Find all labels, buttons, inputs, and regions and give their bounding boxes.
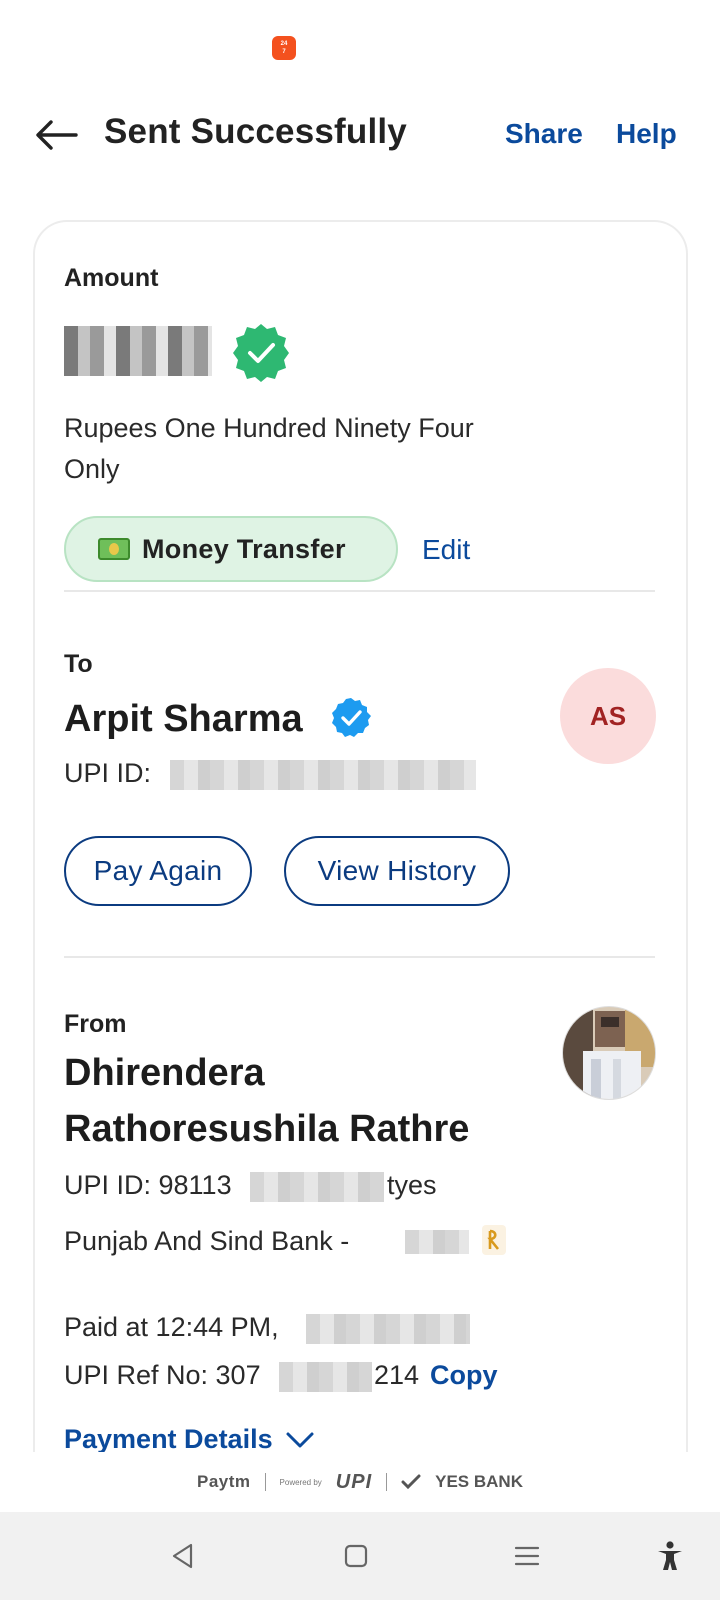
category-label: Money Transfer	[142, 533, 346, 564]
square-home-icon	[344, 1544, 368, 1568]
paid-at: Paid at 12:44 PM,	[64, 1312, 279, 1342]
payment-details-label: Payment Details	[64, 1424, 273, 1454]
accessibility-icon	[658, 1541, 682, 1570]
back-button[interactable]	[28, 110, 84, 160]
verified-badge-icon	[332, 698, 371, 737]
page-title: Sent Successfully	[104, 112, 407, 151]
bank-logo-icon	[482, 1225, 506, 1255]
powered-by-label: Powered by	[279, 1477, 322, 1487]
sender-upi-prefix: UPI ID: 98113	[64, 1170, 232, 1200]
pay-again-button[interactable]: Pay Again	[64, 836, 252, 906]
upi-ref-redacted	[279, 1362, 372, 1392]
sender-name-line1: Dhirendera	[64, 1052, 265, 1094]
nav-home-button[interactable]	[334, 1534, 378, 1578]
account-number-redacted	[405, 1230, 469, 1254]
upi-logo: UPI	[335, 1470, 373, 1493]
amount-value-redacted	[64, 326, 212, 376]
nav-back-button[interactable]	[161, 1534, 205, 1578]
category-chip[interactable]: Money Transfer	[64, 516, 398, 582]
amount-in-words: Rupees One Hundred Ninety Four Only	[64, 413, 474, 484]
upi-ref-prefix: UPI Ref No: 307	[64, 1360, 261, 1390]
recipient-name: Arpit Sharma	[64, 698, 303, 740]
footer-brand-strip: Paytm Powered by UPI YES BANK	[0, 1452, 720, 1512]
back-arrow-icon	[36, 120, 78, 150]
triangle-back-icon	[172, 1543, 193, 1569]
sender-name-line2: Rathoresushila Rathre	[64, 1108, 470, 1150]
view-history-button[interactable]: View History	[284, 836, 510, 906]
sender-upi-redacted	[250, 1172, 384, 1202]
success-check-icon	[233, 324, 289, 382]
yes-bank-logo: YES BANK	[435, 1472, 523, 1491]
sender-upi-suffix: tyes	[387, 1170, 437, 1200]
edit-category-button[interactable]: Edit	[422, 534, 470, 566]
divider	[64, 956, 655, 958]
status-bar: 24 7	[0, 0, 720, 90]
nav-accessibility-button[interactable]	[648, 1534, 692, 1578]
recipient-upi-label: UPI ID:	[64, 758, 152, 788]
brand-separator	[386, 1473, 388, 1491]
recipient-avatar: AS	[560, 668, 656, 764]
sender-bank: Punjab And Sind Bank -	[64, 1226, 350, 1256]
payment-details-toggle[interactable]: Payment Details	[64, 1424, 315, 1455]
amount-label: Amount	[64, 264, 159, 292]
from-label: From	[64, 1010, 127, 1038]
paytm-logo: Paytm	[197, 1472, 251, 1491]
paid-date-redacted	[306, 1314, 470, 1344]
header: Sent Successfully Share Help	[0, 100, 720, 170]
to-label: To	[64, 650, 93, 678]
copy-ref-button[interactable]: Copy	[430, 1360, 498, 1391]
apollo-notification-icon: 24 7	[272, 36, 296, 60]
system-nav-bar	[0, 1512, 720, 1600]
brand-separator	[264, 1473, 266, 1491]
yes-bank-check-icon	[401, 1474, 421, 1490]
menu-lines-icon	[514, 1546, 540, 1566]
divider	[64, 590, 655, 592]
share-button[interactable]: Share	[505, 118, 583, 150]
help-button[interactable]: Help	[616, 118, 677, 150]
upi-ref-suffix: 214	[374, 1360, 420, 1390]
chevron-down-icon	[286, 1432, 314, 1447]
recipient-upi-redacted	[170, 760, 476, 790]
nav-recents-button[interactable]	[505, 1534, 549, 1578]
sender-photo-icon	[563, 1007, 655, 1099]
sender-avatar	[562, 1006, 656, 1100]
money-icon	[98, 538, 130, 560]
